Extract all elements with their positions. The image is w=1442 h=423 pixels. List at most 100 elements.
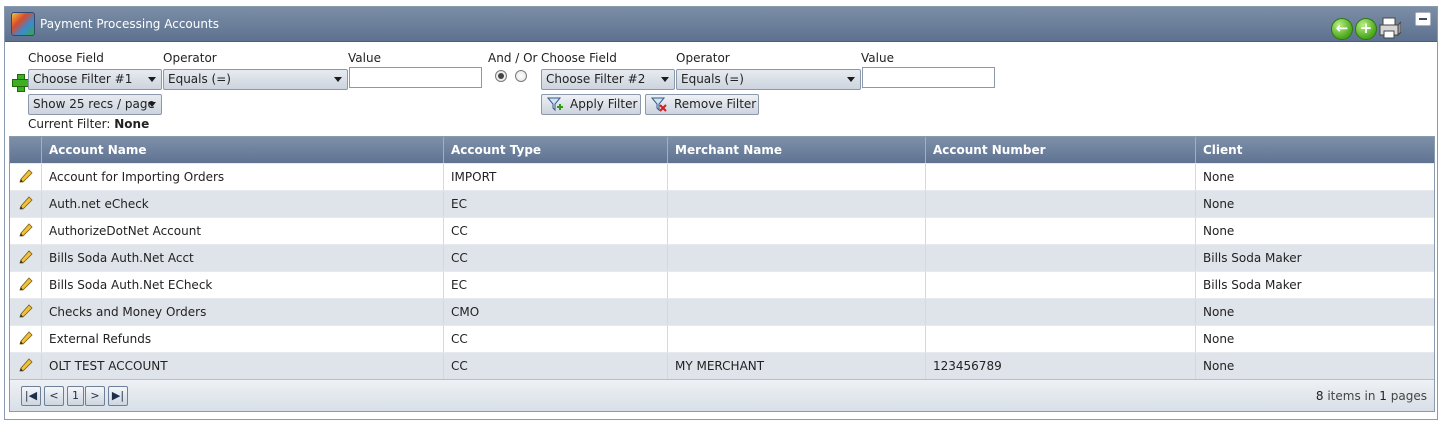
column-header-account-name[interactable]: Account Name <box>42 137 444 163</box>
printer-icon[interactable] <box>1379 16 1401 40</box>
cell-client: Bills Soda Maker <box>1203 278 1302 292</box>
cell-client: None <box>1203 332 1235 346</box>
cell-account-name: Checks and Money Orders <box>42 299 444 325</box>
value-label-1: Value <box>348 51 381 65</box>
cell-account-type: EC <box>444 191 668 217</box>
cell-merchant-name <box>668 191 926 217</box>
cell-merchant-name <box>668 245 926 271</box>
cell-account-type: CC <box>444 218 668 244</box>
prev-page-button[interactable]: < <box>44 386 64 406</box>
chevron-down-icon <box>148 102 156 107</box>
title-bar: Payment Processing Accounts ← + <box>5 7 1437 42</box>
cell-client: None <box>1203 170 1235 184</box>
table-row[interactable]: OLT TEST ACCOUNT CC MY MERCHANT 123456789 No… <box>10 352 1434 379</box>
add-icon[interactable]: + <box>1355 18 1377 40</box>
cell-account-number <box>926 245 1196 271</box>
column-header-account-number[interactable]: Account Number <box>926 137 1196 163</box>
table-row[interactable]: External Refunds CC None <box>10 325 1434 352</box>
chevron-down-icon <box>334 77 342 82</box>
cell-account-number <box>926 164 1196 190</box>
operator-label-1: Operator <box>163 51 217 65</box>
edit-column-header <box>10 137 42 163</box>
next-page-button[interactable]: > <box>85 386 105 406</box>
edit-cell <box>10 353 42 379</box>
add-filter-icon[interactable] <box>12 74 30 92</box>
pencil-edit-icon[interactable] <box>18 303 34 319</box>
cell-account-number <box>926 299 1196 325</box>
last-page-button[interactable]: ▶| <box>108 386 128 406</box>
minimize-icon[interactable] <box>1415 12 1431 26</box>
apply-filter-label: Apply Filter <box>570 97 638 111</box>
and-radio[interactable] <box>495 70 507 82</box>
page-number-button[interactable]: 1 <box>67 386 84 406</box>
column-header-account-type[interactable]: Account Type <box>444 137 668 163</box>
value-label-2: Value <box>861 51 894 65</box>
filter-field-select-2[interactable]: Choose Filter #2 <box>541 69 675 90</box>
cell-client: Bills Soda Maker <box>1203 251 1302 265</box>
window-title: Payment Processing Accounts <box>40 17 219 31</box>
pencil-edit-icon[interactable] <box>18 168 34 184</box>
table-row[interactable]: Bills Soda Auth.Net Acct CC Bills Soda Mak… <box>10 244 1434 271</box>
table-row[interactable]: Account for Importing Orders IMPORT None <box>10 163 1434 190</box>
current-filter-value: None <box>114 117 150 131</box>
table-row[interactable]: AuthorizeDotNet Account CC None <box>10 217 1434 244</box>
operator-value-1: Equals (=) <box>168 72 231 86</box>
pencil-edit-icon[interactable] <box>18 330 34 346</box>
grid-header: Account Name Account Type Merchant Name … <box>10 137 1434 163</box>
cell-account-type: CC <box>444 326 668 352</box>
cell-client: None <box>1203 305 1235 319</box>
back-arrow-icon[interactable]: ← <box>1331 18 1353 40</box>
filter-field-select-1[interactable]: Choose Filter #1 <box>28 69 162 90</box>
pencil-edit-icon[interactable] <box>18 195 34 211</box>
column-header-client[interactable]: Client <box>1196 137 1434 163</box>
cell-client: None <box>1203 224 1235 238</box>
operator-label-2: Operator <box>676 51 730 65</box>
pencil-edit-icon[interactable] <box>18 249 34 265</box>
column-header-merchant-name[interactable]: Merchant Name <box>668 137 926 163</box>
page-count: 1 <box>1379 389 1387 403</box>
cell-account-number <box>926 218 1196 244</box>
pencil-edit-icon[interactable] <box>18 222 34 238</box>
cell-account-name: AuthorizeDotNet Account <box>42 218 444 244</box>
filter-value-input-1[interactable] <box>349 67 482 88</box>
item-count: 8 <box>1315 389 1324 403</box>
first-page-button[interactable]: |◀ <box>21 386 41 406</box>
cell-account-name: Auth.net eCheck <box>42 191 444 217</box>
remove-filter-button[interactable]: Remove Filter <box>645 94 759 115</box>
or-radio[interactable] <box>515 70 527 82</box>
cell-account-type: CC <box>444 353 668 379</box>
cell-account-name: External Refunds <box>42 326 444 352</box>
edit-cell <box>10 218 42 244</box>
table-row[interactable]: Checks and Money Orders CMO None <box>10 298 1434 325</box>
cell-account-number <box>926 272 1196 298</box>
accounts-grid: Account Name Account Type Merchant Name … <box>9 136 1435 412</box>
items-text: items in <box>1327 389 1376 403</box>
edit-cell <box>10 245 42 271</box>
pager-info: 8 items in 1 pages <box>1316 389 1427 403</box>
operator-select-1[interactable]: Equals (=) <box>163 69 348 90</box>
edit-cell <box>10 326 42 352</box>
filter-value-input-2[interactable] <box>862 67 995 88</box>
app-logo-icon <box>11 12 35 36</box>
filter-field-value-2: Choose Filter #2 <box>546 72 646 86</box>
funnel-remove-icon <box>651 97 667 112</box>
pencil-edit-icon[interactable] <box>18 276 34 292</box>
pencil-edit-icon[interactable] <box>18 357 34 373</box>
table-row[interactable]: Bills Soda Auth.Net ECheck EC Bills Soda M… <box>10 271 1434 298</box>
edit-cell <box>10 272 42 298</box>
current-filter-label: Current Filter: <box>28 117 111 131</box>
cell-account-number: 123456789 <box>926 353 1196 379</box>
choose-field-label-2: Choose Field <box>541 51 617 65</box>
table-row[interactable]: Auth.net eCheck EC None <box>10 190 1434 217</box>
pager: |◀ < 1 > ▶| 8 items in 1 pages <box>10 379 1434 411</box>
cell-account-type: CMO <box>444 299 668 325</box>
page-size-value: Show 25 recs / page <box>33 97 155 111</box>
operator-select-2[interactable]: Equals (=) <box>676 69 861 90</box>
cell-merchant-name <box>668 272 926 298</box>
remove-filter-label: Remove Filter <box>674 97 757 111</box>
page-size-select[interactable]: Show 25 recs / page <box>28 94 162 115</box>
cell-client: None <box>1203 197 1235 211</box>
apply-filter-button[interactable]: Apply Filter <box>541 94 641 115</box>
cell-account-name: OLT TEST ACCOUNT <box>42 353 444 379</box>
cell-merchant-name: MY MERCHANT <box>668 353 926 379</box>
